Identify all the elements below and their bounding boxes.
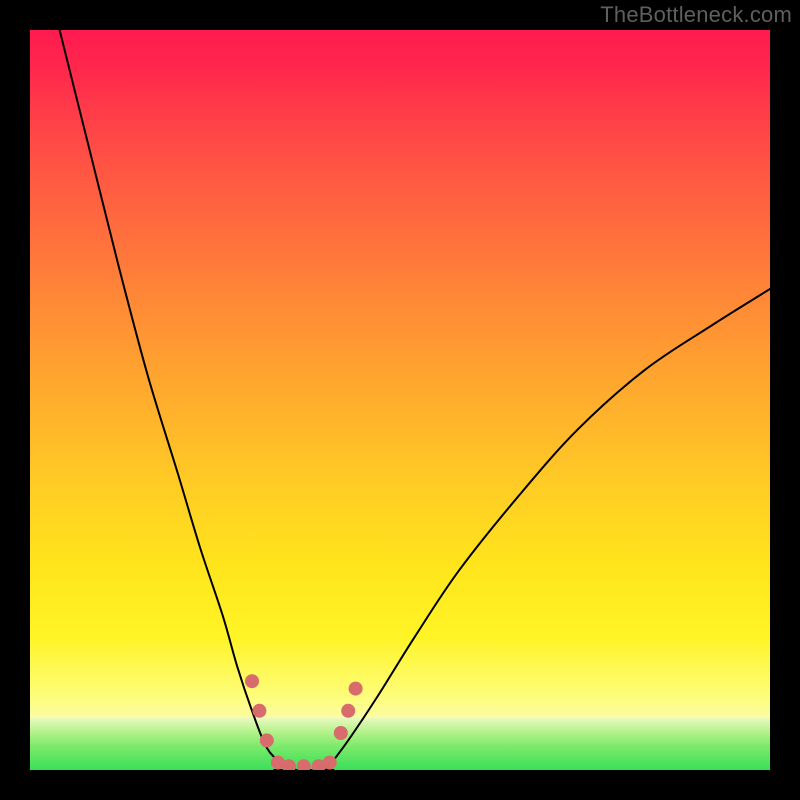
dots-layer [30,30,770,770]
trough-dot [341,704,355,718]
trough-dot [334,726,348,740]
trough-markers [245,674,363,770]
chart-frame: TheBottleneck.com [0,0,800,800]
trough-dot [323,756,337,770]
trough-dot [297,759,311,770]
trough-dot [252,704,266,718]
trough-dot [349,682,363,696]
plot-area [30,30,770,770]
trough-dot [260,733,274,747]
trough-dot [245,674,259,688]
watermark-text: TheBottleneck.com [600,2,792,28]
